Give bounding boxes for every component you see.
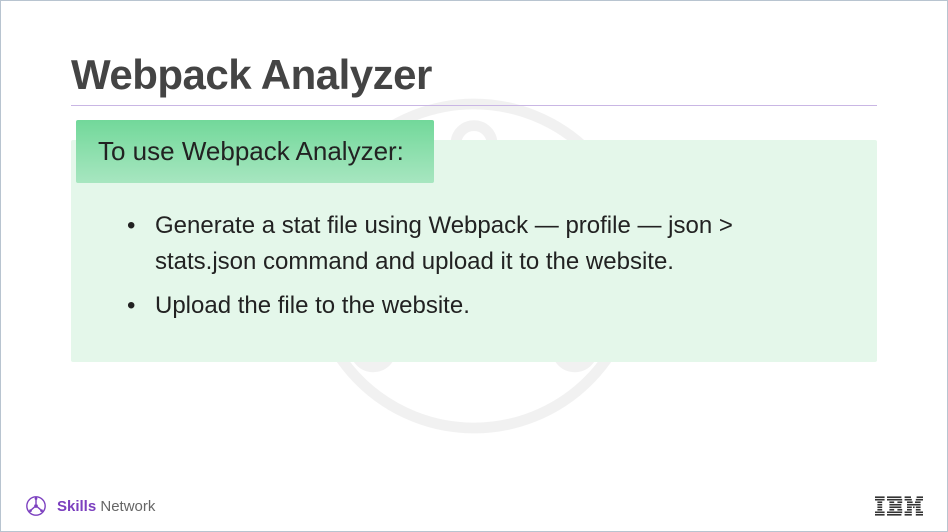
list-item: Generate a stat file using Webpack — pro… <box>119 208 829 280</box>
card-header: To use Webpack Analyzer: <box>76 120 434 183</box>
slide-title: Webpack Analyzer <box>71 51 877 106</box>
instruction-list: Generate a stat file using Webpack — pro… <box>119 208 829 324</box>
list-item: Upload the file to the website. <box>119 288 829 324</box>
footer-brand: Skills Network <box>57 498 155 515</box>
slide-footer: Skills Network <box>1 495 947 517</box>
skills-network-icon <box>25 495 47 517</box>
ibm-logo-icon <box>875 496 923 516</box>
info-card: To use Webpack Analyzer: Generate a stat… <box>71 140 877 362</box>
footer-brand-bold: Skills <box>57 498 96 515</box>
footer-brand-rest: Network <box>96 498 155 515</box>
footer-left: Skills Network <box>25 495 155 517</box>
slide-content: Webpack Analyzer To use Webpack Analyzer… <box>1 1 947 362</box>
